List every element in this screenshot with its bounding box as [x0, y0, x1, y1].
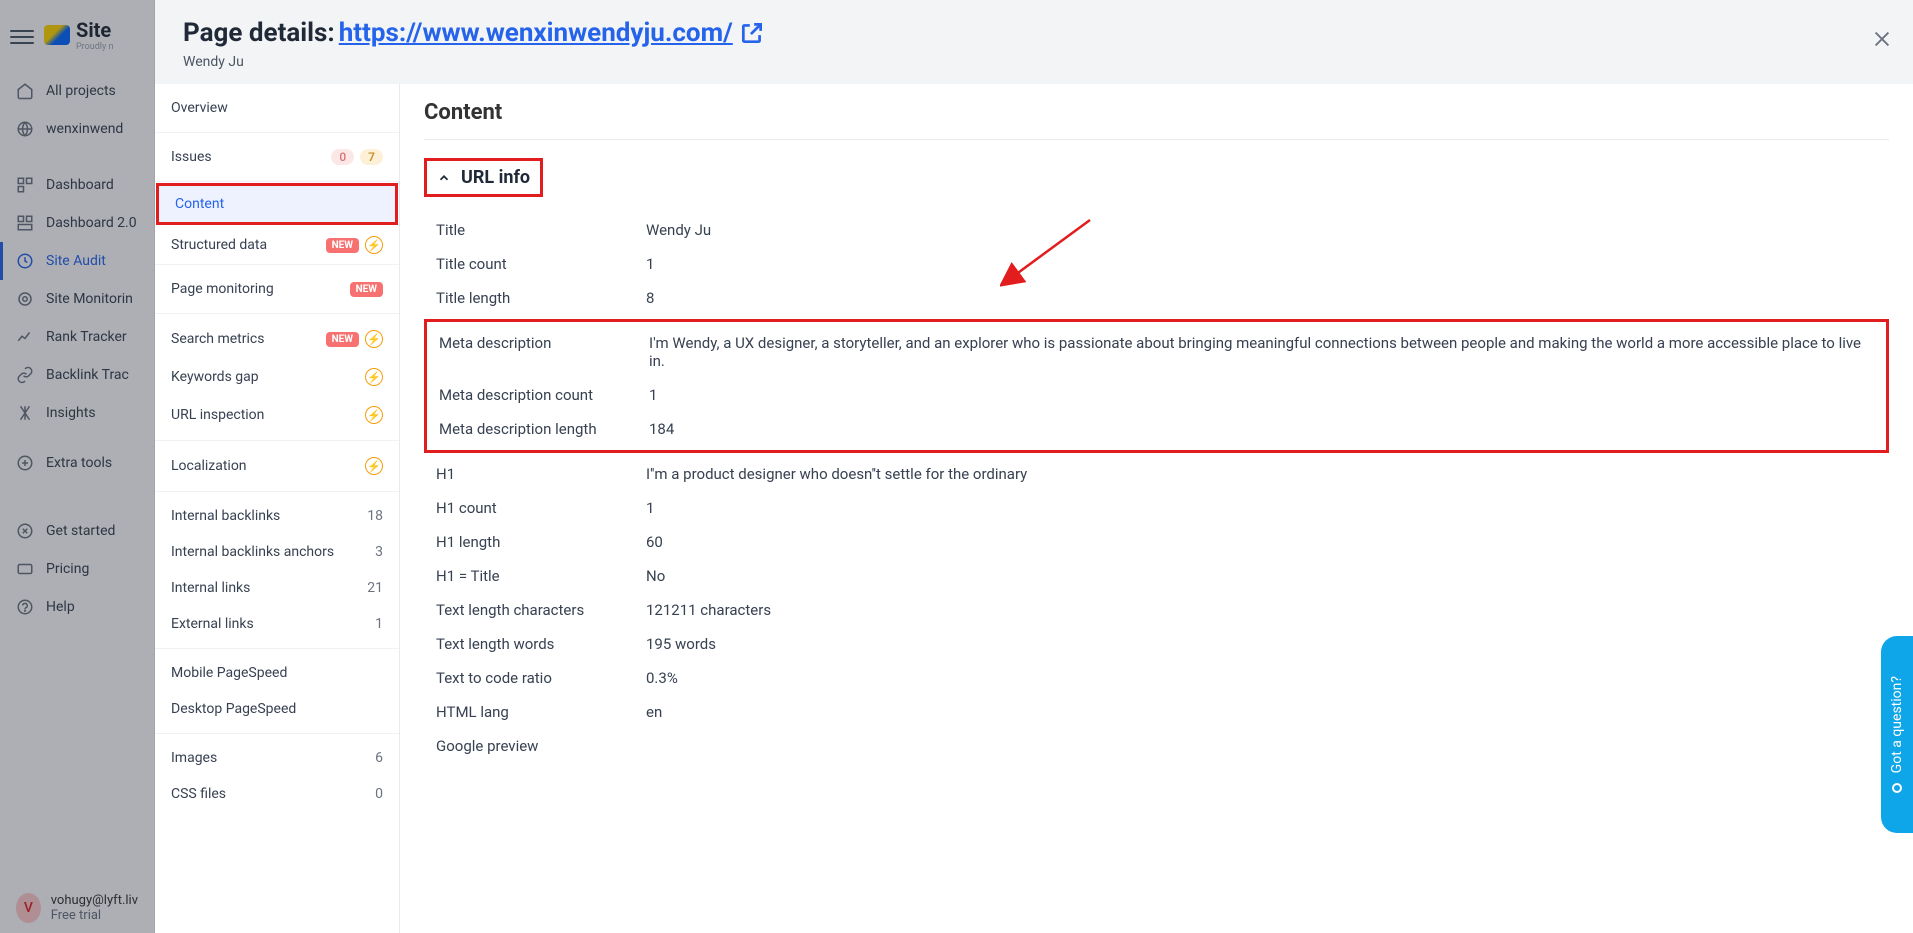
detail-nav-external-links[interactable]: External links 1 [155, 606, 399, 642]
row-text-chars: Text length characters121211 characters [424, 593, 1889, 627]
row-meta-description: Meta descriptionI'm Wendy, a UX designer… [427, 326, 1886, 378]
row-meta-description-count: Meta description count1 [427, 378, 1886, 412]
content-heading: Content [424, 100, 1889, 140]
close-button[interactable] [1871, 28, 1893, 50]
page-url-link[interactable]: https://www.wenxinwendyju.com/ [339, 18, 733, 48]
section-url-info-toggle[interactable]: URL info [424, 158, 543, 197]
help-widget[interactable]: Got a question? [1881, 636, 1913, 833]
row-text-ratio: Text to code ratio0.3% [424, 661, 1889, 695]
detail-nav-structured-data[interactable]: Structured data NEW ⚡ [155, 226, 399, 264]
detail-sidebar: Overview Issues 0 7 Content Structured d… [155, 84, 400, 933]
row-h1-count: H1 count1 [424, 491, 1889, 525]
detail-nav-css-files[interactable]: CSS files 0 [155, 776, 399, 812]
page-details-modal: Page details: https://www.wenxinwendyju.… [155, 0, 1913, 933]
modal-title: Page details: https://www.wenxinwendyju.… [183, 18, 1885, 48]
row-title-count: Title count1 [424, 247, 1889, 281]
help-dot-icon [1892, 783, 1902, 793]
issues-error-count: 0 [331, 149, 354, 165]
new-badge: NEW [326, 332, 359, 347]
detail-nav-images[interactable]: Images 6 [155, 740, 399, 776]
detail-nav-issues[interactable]: Issues 0 7 [155, 139, 399, 175]
modal-subtitle: Wendy Ju [183, 54, 1885, 70]
row-html-lang: HTML langen [424, 695, 1889, 729]
external-link-icon[interactable] [739, 20, 765, 46]
highlighted-meta-group: Meta descriptionI'm Wendy, a UX designer… [424, 319, 1889, 453]
row-google-preview: Google preview [424, 729, 1889, 763]
detail-nav-localization[interactable]: Localization ⚡ [155, 447, 399, 485]
detail-nav-url-inspection[interactable]: URL inspection ⚡ [155, 396, 399, 434]
row-meta-description-length: Meta description length184 [427, 412, 1886, 446]
detail-nav-content[interactable]: Content [159, 186, 395, 222]
row-h1-eq-title: H1 = TitleNo [424, 559, 1889, 593]
row-text-words: Text length words195 words [424, 627, 1889, 661]
row-h1: H1I''m a product designer who doesn''t s… [424, 457, 1889, 491]
detail-nav-mobile-pagespeed[interactable]: Mobile PageSpeed [155, 655, 399, 691]
bolt-icon: ⚡ [365, 406, 383, 424]
detail-nav-page-monitoring[interactable]: Page monitoring NEW [155, 271, 399, 307]
bolt-icon: ⚡ [365, 457, 383, 475]
row-title-length: Title length8 [424, 281, 1889, 315]
bolt-icon: ⚡ [365, 330, 383, 348]
detail-nav-internal-backlinks-anchors[interactable]: Internal backlinks anchors 3 [155, 534, 399, 570]
content-panel: Content URL info TitleWendy Ju Title cou… [400, 84, 1913, 933]
detail-nav-internal-backlinks[interactable]: Internal backlinks 18 [155, 498, 399, 534]
issues-warning-count: 7 [360, 149, 383, 165]
detail-nav-internal-links[interactable]: Internal links 21 [155, 570, 399, 606]
detail-nav-keywords-gap[interactable]: Keywords gap ⚡ [155, 358, 399, 396]
row-h1-length: H1 length60 [424, 525, 1889, 559]
bolt-icon: ⚡ [365, 368, 383, 386]
detail-nav-search-metrics[interactable]: Search metrics NEW ⚡ [155, 320, 399, 358]
bolt-icon: ⚡ [365, 236, 383, 254]
new-badge: NEW [326, 238, 359, 253]
modal-header: Page details: https://www.wenxinwendyju.… [155, 0, 1913, 84]
detail-nav-overview[interactable]: Overview [155, 90, 399, 126]
detail-nav-desktop-pagespeed[interactable]: Desktop PageSpeed [155, 691, 399, 727]
row-title: TitleWendy Ju [424, 213, 1889, 247]
chevron-up-icon [437, 171, 451, 185]
new-badge: NEW [350, 282, 383, 297]
